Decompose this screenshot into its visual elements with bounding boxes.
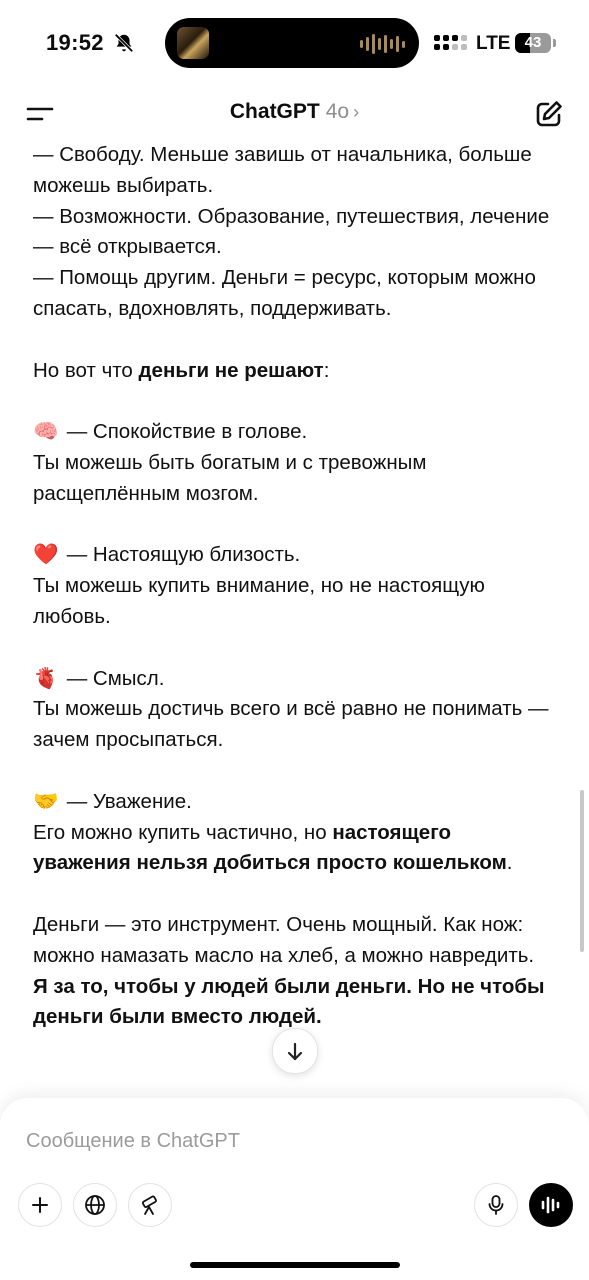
dynamic-island[interactable] bbox=[165, 18, 419, 68]
voice-mode-icon bbox=[541, 1196, 560, 1214]
globe-icon bbox=[85, 1195, 105, 1215]
home-indicator[interactable] bbox=[190, 1262, 400, 1268]
battery-icon: 43 bbox=[515, 33, 551, 53]
new-chat-icon[interactable] bbox=[534, 99, 564, 129]
anatomical-heart-emoji-icon: 🫀 bbox=[33, 666, 59, 690]
model-selector[interactable]: ChatGPT 4o › bbox=[0, 100, 589, 124]
web-search-button[interactable] bbox=[73, 1183, 117, 1227]
message-composer bbox=[0, 1098, 589, 1280]
message-line: — Свободу. Меньше завишь от начальника, … bbox=[33, 143, 532, 197]
voice-mode-button[interactable] bbox=[529, 1183, 573, 1227]
chevron-right-icon: › bbox=[353, 102, 360, 122]
model-name: 4o bbox=[325, 100, 350, 123]
battery-tip bbox=[553, 39, 556, 47]
status-time: 19:52 bbox=[46, 30, 104, 55]
closing-text: Деньги — это инструмент. Очень мощный. К… bbox=[33, 912, 535, 967]
dictation-button[interactable] bbox=[474, 1183, 518, 1227]
item-title: 🫀 — Смысл. bbox=[33, 664, 553, 695]
red-heart-emoji-icon: ❤️ bbox=[33, 543, 59, 567]
app-title: ChatGPT bbox=[229, 100, 320, 123]
telescope-icon bbox=[141, 1195, 157, 1215]
plus-icon bbox=[32, 1197, 48, 1213]
attach-button[interactable] bbox=[18, 1183, 62, 1227]
microphone-icon bbox=[488, 1195, 504, 1215]
message-line: — Возможности. Образование, путешествия,… bbox=[33, 204, 550, 259]
item-text: Ты можешь быть богатым и с тревожным рас… bbox=[33, 450, 427, 505]
message-line: — Помощь другим. Деньги = ресурс, которы… bbox=[33, 266, 536, 320]
status-bar: 19:52 LTE 43 bbox=[0, 0, 589, 88]
cellular-signal-icon bbox=[434, 35, 468, 50]
item-title: 🤝 — Уважение. bbox=[33, 787, 553, 818]
item-title: 🧠 — Спокойствие в голове. bbox=[33, 417, 553, 448]
now-playing-album-art bbox=[177, 27, 209, 59]
item-text: Его можно купить частично, но настоящего… bbox=[33, 820, 513, 875]
muted-bell-icon bbox=[114, 33, 134, 53]
assistant-message: — Свободу. Меньше завишь от начальника, … bbox=[33, 140, 553, 1033]
message-intro: Но вот что деньги не решают: bbox=[33, 358, 330, 382]
scrollbar[interactable] bbox=[580, 790, 584, 952]
deep-research-button[interactable] bbox=[128, 1183, 172, 1227]
bold-text: деньги не решают bbox=[138, 358, 324, 382]
audio-waveform-icon bbox=[360, 33, 405, 55]
app-header: ChatGPT 4o › bbox=[0, 88, 589, 140]
message-input[interactable] bbox=[24, 1124, 548, 1158]
item-text: Ты можешь купить внимание, но не настоящ… bbox=[33, 574, 485, 628]
scroll-to-bottom-button[interactable] bbox=[272, 1028, 318, 1074]
item-text: Ты можешь достичь всего и всё равно не п… bbox=[33, 697, 549, 752]
handshake-emoji-icon: 🤝 bbox=[33, 789, 59, 813]
closing-bold-text: Я за то, чтобы у людей были деньги. Но н… bbox=[33, 974, 545, 1029]
battery-percent: 43 bbox=[524, 34, 542, 51]
item-title: ❤️ — Настоящую близость. bbox=[33, 540, 553, 571]
network-type: LTE bbox=[476, 33, 511, 54]
arrow-down-icon bbox=[287, 1042, 303, 1060]
brain-emoji-icon: 🧠 bbox=[33, 420, 59, 444]
